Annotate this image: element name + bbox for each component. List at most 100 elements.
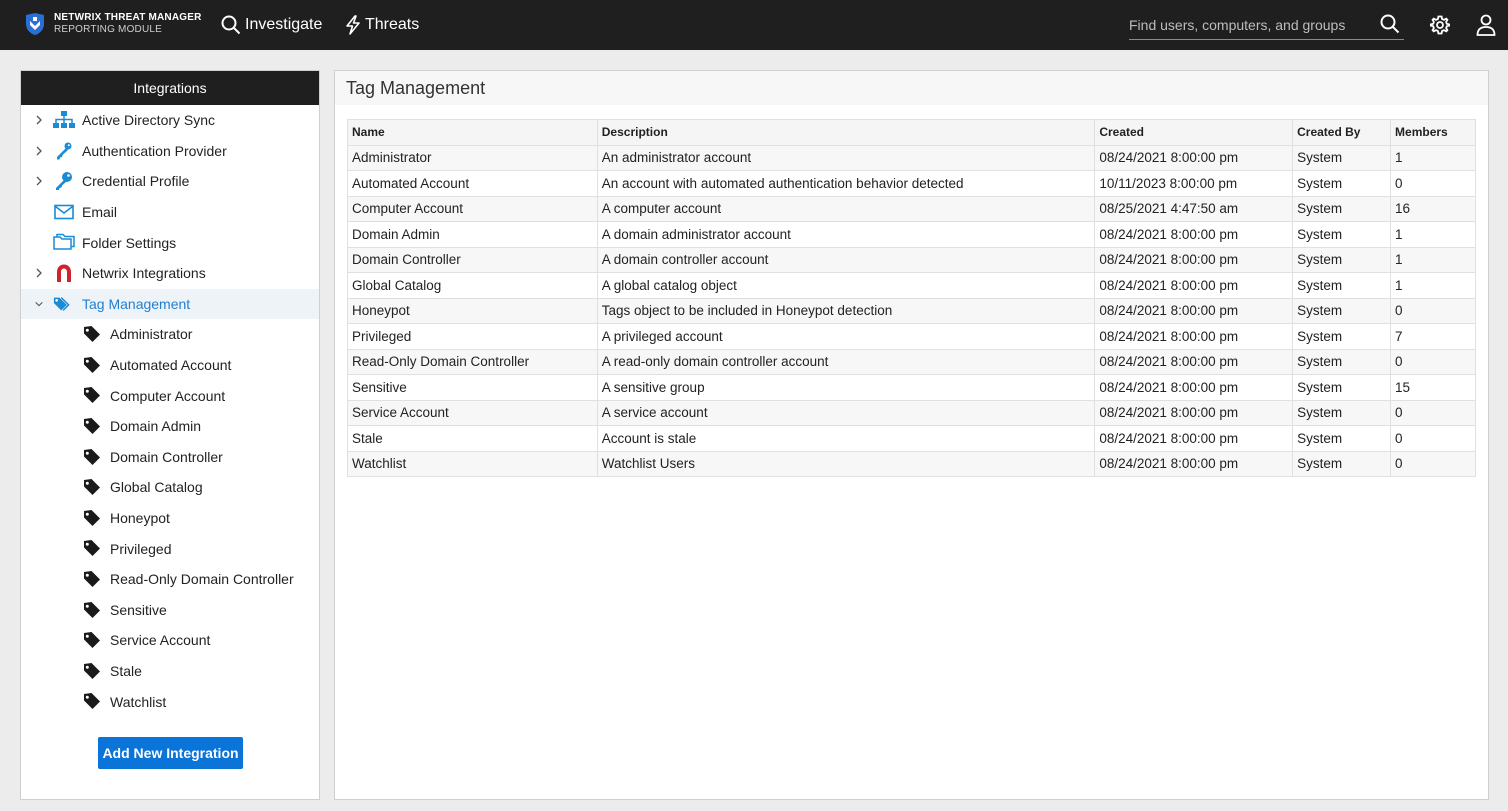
- sidebar-item-active-directory-sync[interactable]: Active Directory Sync: [21, 105, 319, 136]
- tag-tree-item[interactable]: Automated Account: [21, 350, 319, 381]
- table-row[interactable]: Computer Account A computer account 08/25/…: [347, 195, 1476, 222]
- table-row[interactable]: Honeypot Tags object to be included in Ho…: [347, 297, 1476, 324]
- user-icon[interactable]: [1476, 14, 1496, 36]
- nav-investigate[interactable]: Investigate: [221, 0, 322, 50]
- chevron-right-icon[interactable]: [34, 145, 44, 157]
- tag-icon-wrapper: [83, 448, 101, 469]
- tag-tree-label: Service Account: [110, 632, 211, 649]
- sidebar-item-email[interactable]: Email: [21, 197, 319, 228]
- tag-tree-item[interactable]: Computer Account: [21, 380, 319, 411]
- tag-children-list: Administrator Automated Account Computer A…: [21, 319, 319, 717]
- integrations-tree: Active Directory Sync Authentication Pro…: [21, 105, 319, 717]
- cell-created-by: System: [1292, 399, 1392, 426]
- sidebar-item-credential-profile[interactable]: Credential Profile: [21, 166, 319, 197]
- tag-tree-item[interactable]: Honeypot: [21, 503, 319, 534]
- cell-name: Stale: [347, 425, 598, 452]
- tag-tree-item[interactable]: Watchlist: [21, 686, 319, 717]
- sidebar-item-tag-management[interactable]: Tag Management: [21, 288, 319, 320]
- brand-subtitle: REPORTING MODULE: [54, 24, 163, 35]
- table-row[interactable]: Read-Only Domain Controller A read-only d…: [347, 348, 1476, 375]
- tag-tree-item[interactable]: Domain Controller: [21, 442, 319, 473]
- cell-created: 08/24/2021 8:00:00 pm: [1094, 144, 1294, 171]
- tag-icon-wrapper: [83, 479, 101, 499]
- cell-members: 1: [1390, 272, 1476, 299]
- tag-tree-item[interactable]: Administrator: [21, 319, 319, 350]
- tag-tree-item[interactable]: Sensitive: [21, 595, 319, 626]
- table-row[interactable]: Domain Admin A domain administrator accou…: [347, 221, 1476, 248]
- cell-description: Account is stale: [596, 425, 1096, 452]
- key-icon: [56, 172, 72, 191]
- cell-name: Administrator: [347, 144, 598, 171]
- cell-created-by: System: [1292, 170, 1392, 197]
- tag-tree-item[interactable]: Read-Only Domain Controller: [21, 564, 319, 595]
- tag-icon: [84, 356, 100, 373]
- tag-icon-wrapper: [83, 509, 101, 530]
- app-logo[interactable]: NETWRIX THREAT MANAGER REPORTING MODULE: [24, 12, 202, 36]
- tag-tree-item[interactable]: Domain Admin: [21, 411, 319, 442]
- tag-icon: [84, 601, 100, 618]
- cell-description: A service account: [596, 399, 1096, 426]
- tag-tree-item[interactable]: Service Account: [21, 625, 319, 656]
- tag-tree-label: Global Catalog: [110, 479, 203, 496]
- table-row[interactable]: Administrator An administrator account 08/…: [347, 144, 1476, 171]
- tag-management-panel: Tag Management Name Description Created …: [334, 70, 1489, 800]
- chevron-right-icon[interactable]: [34, 267, 44, 279]
- tag-icon-wrapper: [83, 570, 101, 591]
- tag-icon-wrapper: [83, 632, 101, 652]
- cell-description: A privileged account: [596, 323, 1096, 350]
- global-search: [1129, 11, 1404, 40]
- sidebar-item-label: Email: [82, 204, 118, 221]
- cell-description: Watchlist Users: [596, 450, 1096, 477]
- column-header-created[interactable]: Created: [1094, 119, 1294, 146]
- cell-description: A sensitive group: [596, 374, 1096, 401]
- top-bar: NETWRIX THREAT MANAGER REPORTING MODULE …: [0, 0, 1508, 50]
- nav-threats[interactable]: Threats: [345, 0, 419, 50]
- sidebar-item-authentication-provider[interactable]: Authentication Provider: [21, 136, 319, 167]
- tag-tree-item[interactable]: Global Catalog: [21, 472, 319, 503]
- cell-members: 1: [1390, 144, 1476, 171]
- column-header-members[interactable]: Members: [1390, 119, 1476, 146]
- table-row[interactable]: Global Catalog A global catalog object 08/…: [347, 272, 1476, 299]
- cell-name: Domain Controller: [347, 246, 598, 273]
- page-title: Tag Management: [335, 71, 1488, 105]
- column-header-created-by[interactable]: Created By: [1292, 119, 1392, 146]
- brand-name: NETWRIX THREAT MANAGER: [54, 12, 202, 23]
- table-row[interactable]: Service Account A service account 08/24/20…: [347, 399, 1476, 426]
- cell-name: Sensitive: [347, 374, 598, 401]
- table-row[interactable]: Domain Controller A domain controller acc…: [347, 246, 1476, 273]
- table-row[interactable]: Automated Account An account with automat…: [347, 170, 1476, 197]
- sidebar-item-netwrix-integrations[interactable]: Netwrix Integrations: [21, 258, 319, 289]
- cell-created-by: System: [1292, 425, 1392, 452]
- tag-tree-item[interactable]: Stale: [21, 656, 319, 687]
- table-row[interactable]: Privileged A privileged account 08/24/2021…: [347, 323, 1476, 350]
- cell-created: 08/24/2021 8:00:00 pm: [1094, 272, 1294, 299]
- sidebar-item-folder-settings[interactable]: Folder Settings: [21, 227, 319, 258]
- table-row[interactable]: Sensitive A sensitive group 08/24/2021 8:0…: [347, 374, 1476, 401]
- column-header-name[interactable]: Name: [347, 119, 598, 146]
- table-row[interactable]: Watchlist Watchlist Users 08/24/2021 8:00:…: [347, 450, 1476, 477]
- tag-icon: [84, 509, 100, 526]
- column-header-description[interactable]: Description: [596, 119, 1096, 146]
- tag-tree-label: Stale: [110, 662, 142, 679]
- tag-tree-label: Automated Account: [110, 357, 232, 374]
- chevron-down-icon[interactable]: [34, 298, 44, 310]
- lightning-icon: [346, 15, 360, 35]
- cell-created-by: System: [1292, 221, 1392, 248]
- global-search-input[interactable]: [1129, 11, 1369, 38]
- network-icon: [53, 111, 75, 128]
- tag-tree-item[interactable]: Privileged: [21, 533, 319, 564]
- chevron-right-icon[interactable]: [34, 114, 44, 126]
- tags-table-body: Administrator An administrator account 08/…: [347, 144, 1476, 477]
- tag-icon-wrapper: [83, 387, 101, 407]
- chevron-right-icon[interactable]: [34, 175, 44, 187]
- search-icon[interactable]: [1380, 14, 1400, 34]
- tag-tree-label: Read-Only Domain Controller: [110, 571, 294, 588]
- envelope-icon: [54, 204, 74, 220]
- sidebar-item-label: Netwrix Integrations: [82, 265, 206, 282]
- table-row[interactable]: Stale Account is stale 08/24/2021 8:00:00 …: [347, 425, 1476, 452]
- add-new-integration-button[interactable]: Add New Integration: [98, 737, 243, 769]
- gear-icon[interactable]: [1430, 15, 1450, 35]
- sidebar-title: Integrations: [21, 71, 319, 105]
- sidebar-item-label: Active Directory Sync: [82, 112, 216, 129]
- tag-icon: [84, 693, 100, 710]
